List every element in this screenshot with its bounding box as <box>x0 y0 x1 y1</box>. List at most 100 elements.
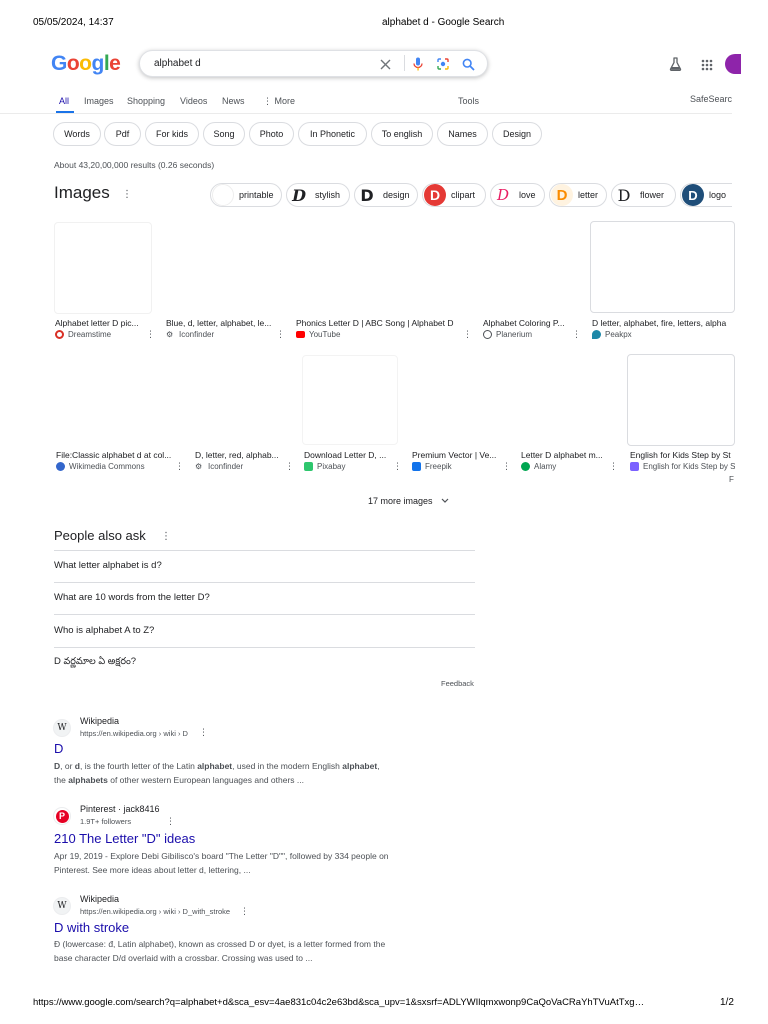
alamy-icon <box>521 462 530 471</box>
result-title[interactable]: 210 The Letter "D" ideas <box>54 831 195 846</box>
more-options-icon[interactable]: ⋮ <box>609 461 618 472</box>
tab-videos[interactable]: Videos <box>180 96 207 106</box>
avatar[interactable] <box>725 54 741 74</box>
chip-for-kids[interactable]: For kids <box>145 122 199 146</box>
image-title[interactable]: D letter, alphabet, fire, letters, alpha <box>592 318 735 328</box>
image-source[interactable]: Wikimedia Commons <box>56 462 171 471</box>
image-title[interactable]: Download Letter D, ... <box>304 450 394 460</box>
print-page-number: 1/2 <box>720 997 734 1008</box>
result-title[interactable]: D <box>54 741 63 756</box>
more-options-icon[interactable]: ⋮ <box>285 461 294 472</box>
result-site-name[interactable]: Pinterest · jack8416 <box>80 804 160 814</box>
image-source-label: English for Kids Step by S <box>643 462 735 471</box>
chip-photo[interactable]: Photo <box>249 122 294 146</box>
image-chip-clipart[interactable]: D clipart <box>422 183 486 207</box>
chip-song[interactable]: Song <box>203 122 245 146</box>
apps-grid-icon[interactable] <box>701 58 713 76</box>
image-title[interactable]: Blue, d, letter, alphabet, le... <box>166 318 281 328</box>
image-title[interactable]: Alphabet Coloring P... <box>483 318 575 328</box>
feedback-link[interactable]: Feedback <box>441 679 474 688</box>
tab-shopping[interactable]: Shopping <box>127 96 165 106</box>
clear-icon[interactable] <box>377 56 393 72</box>
image-chip-letter[interactable]: D letter <box>549 183 607 207</box>
more-images-button[interactable]: 17 more images <box>368 496 449 506</box>
search-box[interactable]: alphabet d <box>139 50 488 77</box>
image-source[interactable]: ⚙ Iconfinder <box>195 462 280 471</box>
more-options-icon[interactable]: ⋮ <box>502 461 511 472</box>
chip-in-phonetic[interactable]: In Phonetic <box>298 122 367 146</box>
image-chip-label: printable <box>239 190 274 200</box>
image-title[interactable]: Phonics Letter D | ABC Song | Alphabet D <box>296 318 466 328</box>
image-chip-stylish[interactable]: D stylish <box>286 183 350 207</box>
image-source[interactable]: YouTube <box>296 330 396 339</box>
image-source[interactable]: English for Kids Step by S <box>630 462 735 471</box>
image-thumb[interactable] <box>590 221 735 313</box>
image-title[interactable]: English for Kids Step by St <box>630 450 735 460</box>
image-title[interactable]: D, letter, red, alphab... <box>195 450 285 460</box>
result-title[interactable]: D with stroke <box>54 920 129 935</box>
image-thumb[interactable] <box>54 222 152 314</box>
chip-design[interactable]: Design <box>492 122 542 146</box>
paa-options-icon[interactable]: ⋮ <box>161 531 171 542</box>
more-options-icon[interactable]: ⋮ <box>393 461 402 472</box>
result-site-name[interactable]: Wikipedia <box>80 894 119 904</box>
chip-to-english[interactable]: To english <box>371 122 433 146</box>
image-chip-design[interactable]: D design <box>354 183 418 207</box>
safesearch-button[interactable]: SafeSearc <box>690 94 732 104</box>
wikimedia-icon <box>56 462 65 471</box>
image-thumb[interactable] <box>627 354 735 446</box>
search-input[interactable]: alphabet d <box>154 58 201 69</box>
image-title[interactable]: File:Classic alphabet d at col... <box>56 450 178 460</box>
result-url[interactable]: https://en.wikipedia.org › wiki › D <box>80 729 188 738</box>
google-logo[interactable]: Google <box>51 52 121 76</box>
image-title[interactable]: Letter D alphabet m... <box>521 450 611 460</box>
chip-words[interactable]: Words <box>53 122 101 146</box>
tab-all[interactable]: All <box>59 96 69 106</box>
image-chip-logo[interactable]: D logo <box>680 183 732 207</box>
image-source[interactable]: ⚙ Iconfinder <box>166 330 266 339</box>
result-options-icon[interactable]: ⋮ <box>199 727 208 738</box>
result-options-icon[interactable]: ⋮ <box>166 816 175 827</box>
tab-images[interactable]: Images <box>84 96 114 106</box>
paa-question[interactable]: What letter alphabet is d? <box>54 560 162 571</box>
image-source[interactable]: Alamy <box>521 462 606 471</box>
image-source[interactable]: Planerium <box>483 330 573 339</box>
image-source[interactable]: Pixabay <box>304 462 389 471</box>
iconfinder-icon: ⚙ <box>195 462 203 471</box>
image-chip-flower[interactable]: D flower <box>611 183 676 207</box>
image-source[interactable]: Freepik <box>412 462 497 471</box>
microphone-icon[interactable] <box>410 56 426 72</box>
paa-question[interactable]: Who is alphabet A to Z? <box>54 625 154 636</box>
image-source[interactable]: Dreamstime <box>55 330 135 339</box>
labs-flask-icon[interactable] <box>669 57 682 76</box>
more-options-icon[interactable]: ⋮ <box>463 329 472 340</box>
logo-letter: G <box>51 52 67 75</box>
lens-icon[interactable] <box>435 56 451 72</box>
image-title[interactable]: Alphabet letter D pic... <box>55 318 150 328</box>
divider <box>54 614 475 615</box>
result-url[interactable]: https://en.wikipedia.org › wiki › D_with… <box>80 907 230 916</box>
more-options-icon[interactable]: ⋮ <box>146 329 155 340</box>
image-source[interactable]: Peakpx <box>592 330 692 339</box>
print-footer-url: https://www.google.com/search?q=alphabet… <box>33 997 645 1008</box>
paa-question[interactable]: D వర్ణమాల ఏ అక్షరం? <box>54 656 136 669</box>
image-source-label: Dreamstime <box>68 330 112 339</box>
image-title[interactable]: Premium Vector | Ve... <box>412 450 502 460</box>
more-options-icon[interactable]: ⋮ <box>572 329 581 340</box>
more-options-icon[interactable]: ⋮ <box>276 329 285 340</box>
images-options-icon[interactable]: ⋮ <box>122 189 132 200</box>
chip-names[interactable]: Names <box>437 122 488 146</box>
tab-news[interactable]: News <box>222 96 245 106</box>
more-options-icon[interactable]: ⋮ <box>175 461 184 472</box>
result-options-icon[interactable]: ⋮ <box>240 906 249 917</box>
image-chip-printable[interactable]: printable <box>210 183 282 207</box>
search-icon[interactable] <box>460 56 476 72</box>
youtube-icon <box>296 331 305 338</box>
tab-more[interactable]: ⋮ More <box>263 96 295 107</box>
result-site-name[interactable]: Wikipedia <box>80 716 119 726</box>
paa-question[interactable]: What are 10 words from the letter D? <box>54 592 210 603</box>
image-chip-love[interactable]: D love <box>490 183 545 207</box>
chip-pdf[interactable]: Pdf <box>104 122 141 146</box>
image-thumb[interactable] <box>302 355 398 445</box>
tools-button[interactable]: Tools <box>458 96 479 106</box>
